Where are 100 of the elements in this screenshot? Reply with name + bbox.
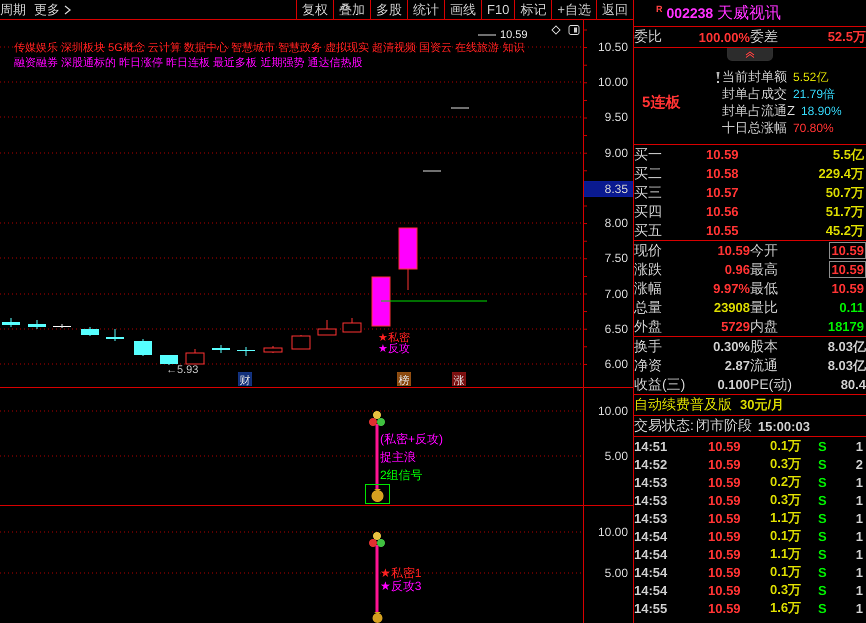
price-axis-label: 10.50: [598, 40, 628, 54]
field-label: 内盘: [750, 318, 779, 336]
candlestick: [478, 34, 496, 36]
signal-label: ★私密1: [380, 566, 422, 580]
tick-price: 10.59: [708, 582, 742, 598]
candlestick: [28, 320, 46, 330]
field-label: 收益(三): [634, 376, 686, 394]
bid-volume: 5.5亿: [832, 146, 864, 164]
candlestick: [237, 346, 255, 356]
field-value: 23908: [712, 300, 750, 315]
field-value: 8.03亿: [826, 356, 866, 374]
period-menu[interactable]: 周期: [0, 0, 30, 18]
stock-code: 002238: [666, 5, 714, 21]
tick-time: 14:54: [634, 528, 668, 544]
indicator-axis-label: 5.00: [604, 566, 628, 580]
field-value: 0.30%: [712, 339, 750, 354]
signal-label: 2组信号: [380, 468, 423, 482]
field-value: 10.59: [716, 243, 750, 258]
field-value: 8.03亿: [826, 338, 866, 356]
candlestick: [372, 276, 390, 326]
field-value: 18.90%: [800, 104, 842, 118]
field-label: 最低: [750, 280, 779, 298]
bid-label: 买三: [634, 184, 663, 202]
tick-volume: 0.3万: [770, 455, 802, 473]
tick-count: 1: [854, 438, 863, 454]
promo-text[interactable]: 自动续费普及版: [634, 396, 732, 414]
price-axis-label: 8.00: [604, 216, 628, 230]
tick-count: 2: [854, 456, 863, 472]
tick-count: 1: [854, 528, 863, 544]
field-label: 总量: [634, 298, 663, 316]
price-axis-label: 10.00: [598, 75, 628, 89]
candlestick: [422, 170, 442, 172]
bid-label: 买二: [634, 164, 663, 182]
tick-price: 10.59: [708, 492, 742, 508]
balls-icon: [369, 411, 385, 426]
tick-price: 10.59: [708, 456, 742, 472]
diamond-icon[interactable]: [551, 25, 561, 35]
field-label: 净资: [634, 356, 663, 374]
tick-volume: 1.1万: [770, 545, 802, 563]
bid-volume: 50.7万: [826, 184, 864, 202]
field-value: 70.80%: [793, 121, 834, 135]
field-value: 0.100: [716, 377, 750, 392]
bid-volume: 45.2万: [826, 222, 864, 240]
field-label: 涨跌: [634, 260, 663, 278]
field-label: 封单占成交: [722, 85, 787, 103]
tick-time: 14:53: [634, 492, 668, 508]
square-icon[interactable]: [568, 25, 580, 35]
field-value: 2.87: [724, 358, 750, 373]
bid-price: 10.57: [706, 185, 740, 200]
signal-label: ★反攻3: [380, 579, 422, 593]
tick-side: S: [818, 582, 828, 598]
tick-time: 14:54: [634, 582, 668, 598]
field-value: 18179: [826, 318, 865, 334]
field-label: 现价: [634, 242, 663, 260]
tick-count: 1: [854, 510, 863, 526]
bid-price: 10.59: [706, 147, 740, 162]
tick-count: 1: [854, 582, 863, 598]
market-mark: R: [656, 4, 662, 14]
candlestick: [160, 354, 178, 366]
tick-side: S: [818, 546, 828, 562]
field-value: 10.59: [830, 280, 865, 296]
tick-time: 14:54: [634, 564, 668, 580]
price-axis-label: 6.00: [604, 357, 628, 371]
field-value: 21.79倍: [793, 86, 836, 102]
field-label: 外盘: [634, 318, 663, 336]
exclamation-icon: [716, 71, 720, 83]
balls-icon: [369, 532, 385, 547]
signal-label: ★反攻: [378, 343, 410, 355]
promo-price[interactable]: 30元/月: [740, 396, 784, 414]
candlestick: [186, 348, 204, 364]
candlestick: [212, 344, 230, 354]
event-badge[interactable]: 榜: [397, 372, 411, 387]
tick-side: S: [818, 510, 828, 526]
field-label: 股本: [750, 338, 779, 356]
tick-time: 14:55: [634, 600, 668, 616]
money-bag-icon: [372, 612, 382, 623]
concept-tags: 传媒娱乐 深圳板块 5G概念 云计算 数据中心 智慧城市 智慧政务 虚拟现实 超清视频 国资云 在线旅游 知识: [14, 42, 524, 54]
event-badge[interactable]: 财: [238, 372, 252, 387]
price-axis-label: 7.00: [604, 287, 628, 301]
candlestick: [264, 346, 282, 354]
tick-count: 1: [854, 492, 863, 508]
field-label: 十日总涨幅: [722, 119, 787, 137]
tick-price: 10.59: [708, 474, 742, 490]
event-badge[interactable]: 涨: [452, 372, 466, 387]
more-menu[interactable]: 更多: [30, 0, 76, 18]
bid-label: 买一: [634, 146, 663, 164]
bid-label: 买四: [634, 202, 663, 220]
collapse-button[interactable]: [727, 48, 773, 61]
tick-time: 14:53: [634, 510, 668, 526]
candlestick: [53, 324, 71, 328]
field-label: 流通: [750, 356, 779, 374]
tick-volume: 0.3万: [770, 581, 802, 599]
field-value: 80.4: [840, 377, 866, 392]
tick-volume: 0.3万: [770, 491, 802, 509]
candlestick: [2, 318, 20, 328]
tick-side: S: [818, 564, 828, 580]
bid-price: 10.56: [706, 204, 740, 219]
tick-volume: 0.1万: [770, 437, 802, 455]
bid-volume: 51.7万: [826, 202, 864, 220]
signal-label: (私密+反攻): [380, 432, 443, 446]
